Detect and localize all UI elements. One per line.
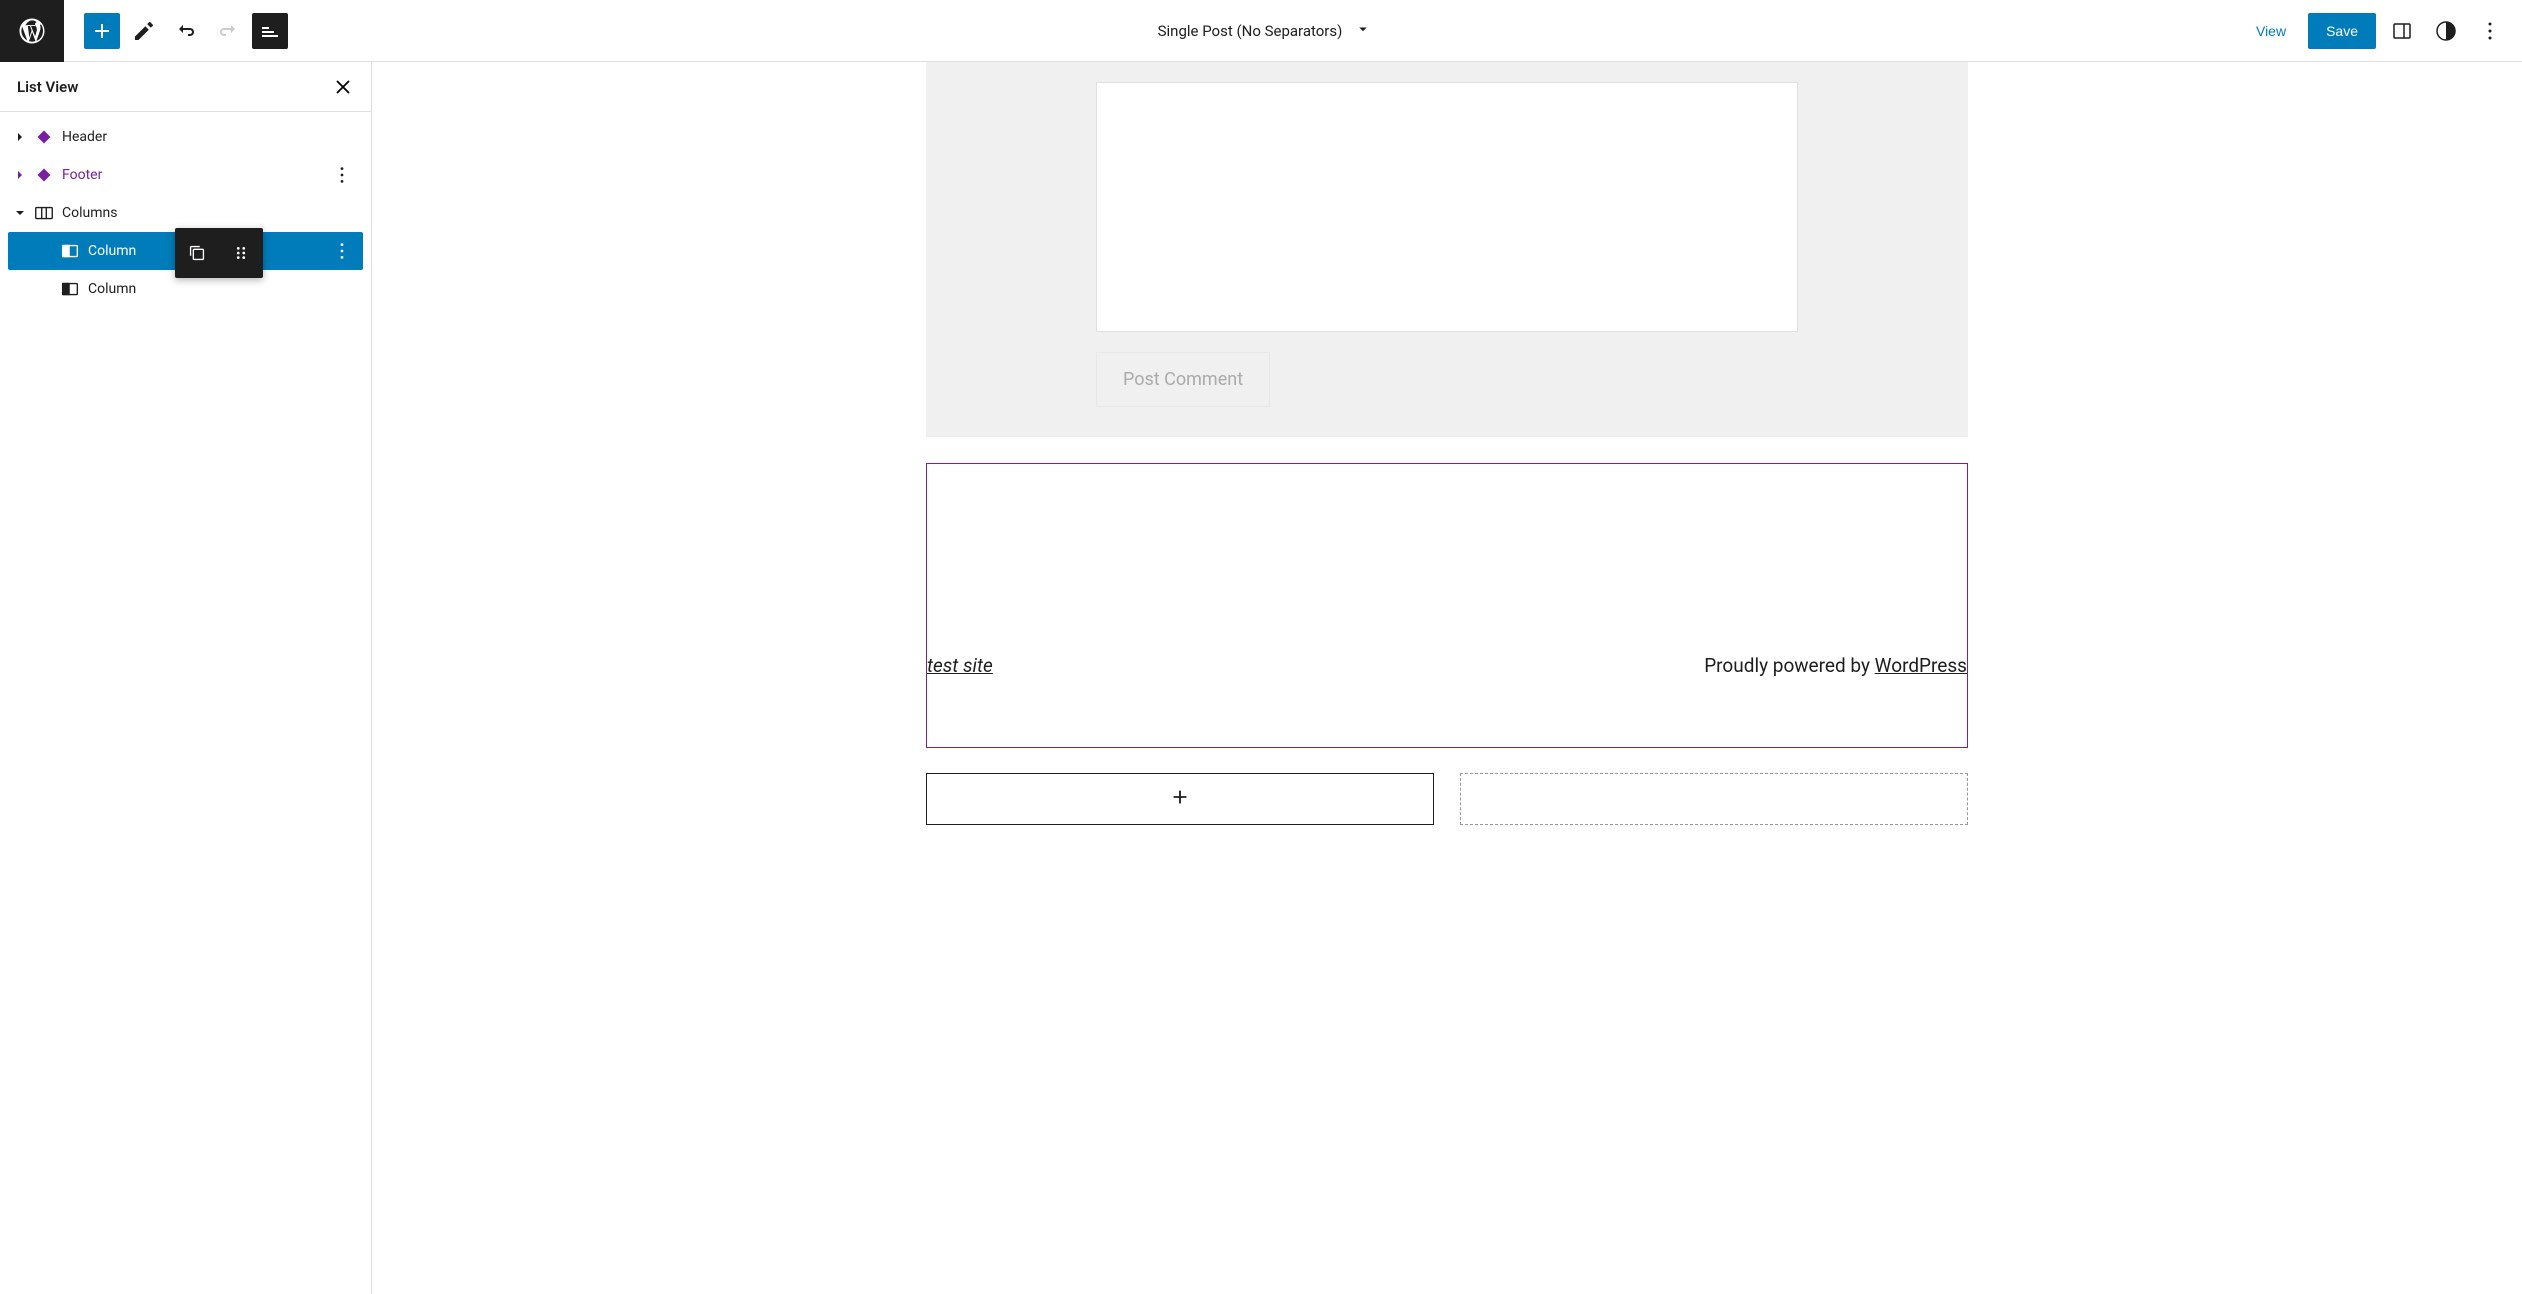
plus-icon[interactable] <box>1169 786 1191 812</box>
block-floating-toolbar <box>175 228 263 278</box>
tree-item-columns[interactable]: Columns <box>8 194 363 232</box>
more-options-icon[interactable] <box>327 160 357 190</box>
chevron-down-icon[interactable] <box>8 205 32 221</box>
list-view-toggle-button[interactable] <box>252 13 288 49</box>
view-button[interactable]: View <box>2242 15 2300 47</box>
copy-block-button[interactable] <box>175 228 219 278</box>
settings-sidebar-toggle[interactable] <box>2384 13 2420 49</box>
editor-main-area: List View Header <box>0 62 2522 1294</box>
drag-handle-button[interactable] <box>219 228 263 278</box>
wordpress-link[interactable]: WordPress <box>1875 654 1967 677</box>
tree-label: Column <box>82 281 136 297</box>
chevron-down-icon[interactable] <box>1354 20 1372 42</box>
block-inserter-button[interactable] <box>84 13 120 49</box>
tree-label: Header <box>56 129 107 145</box>
columns-block[interactable] <box>926 773 1968 825</box>
tree-label: Columns <box>56 205 117 221</box>
chevron-right-icon[interactable] <box>8 129 32 145</box>
toolbar-center: Single Post (No Separators) <box>288 20 2242 42</box>
comment-form-block[interactable]: Post Comment <box>926 62 1968 437</box>
more-options-icon[interactable] <box>327 236 357 266</box>
comment-textarea[interactable] <box>1096 82 1798 332</box>
column-block-empty[interactable] <box>1460 773 1968 825</box>
toolbar-right-group: View Save <box>2242 13 2522 49</box>
column-block-icon <box>58 278 82 300</box>
toolbar-left-group <box>64 13 288 49</box>
tree-item-header[interactable]: Header <box>8 118 363 156</box>
post-comment-button[interactable]: Post Comment <box>1096 352 1270 407</box>
tree-label: Column <box>82 243 136 259</box>
undo-button[interactable] <box>168 13 204 49</box>
tree-label: Footer <box>56 167 102 183</box>
list-view-tree: Header Footer <box>0 112 371 314</box>
columns-block-icon <box>32 202 56 224</box>
powered-by-text: Proudly powered by WordPress <box>1704 654 1967 677</box>
save-button[interactable]: Save <box>2308 13 2376 49</box>
list-view-title: List View <box>17 78 78 96</box>
editor-top-bar: Single Post (No Separators) View Save <box>0 0 2522 62</box>
footer-template-part[interactable]: test site Proudly powered by WordPress <box>926 463 1968 748</box>
chevron-right-icon[interactable] <box>8 167 32 183</box>
list-view-header: List View <box>0 62 371 112</box>
wordpress-logo-button[interactable] <box>0 0 64 62</box>
tools-button[interactable] <box>126 13 162 49</box>
template-part-icon <box>32 164 56 186</box>
template-part-icon <box>32 126 56 148</box>
styles-toggle[interactable] <box>2428 13 2464 49</box>
document-title[interactable]: Single Post (No Separators) <box>1158 22 1343 40</box>
column-block-icon <box>58 240 82 262</box>
editor-canvas[interactable]: Post Comment test site Proudly powered b… <box>372 62 2522 1294</box>
close-button[interactable] <box>332 76 354 98</box>
column-block-selected[interactable] <box>926 773 1434 825</box>
powered-prefix: Proudly powered by <box>1704 654 1874 677</box>
tree-item-footer[interactable]: Footer <box>8 156 363 194</box>
redo-button <box>210 13 246 49</box>
site-title-link[interactable]: test site <box>927 654 993 677</box>
options-menu-button[interactable] <box>2472 13 2508 49</box>
